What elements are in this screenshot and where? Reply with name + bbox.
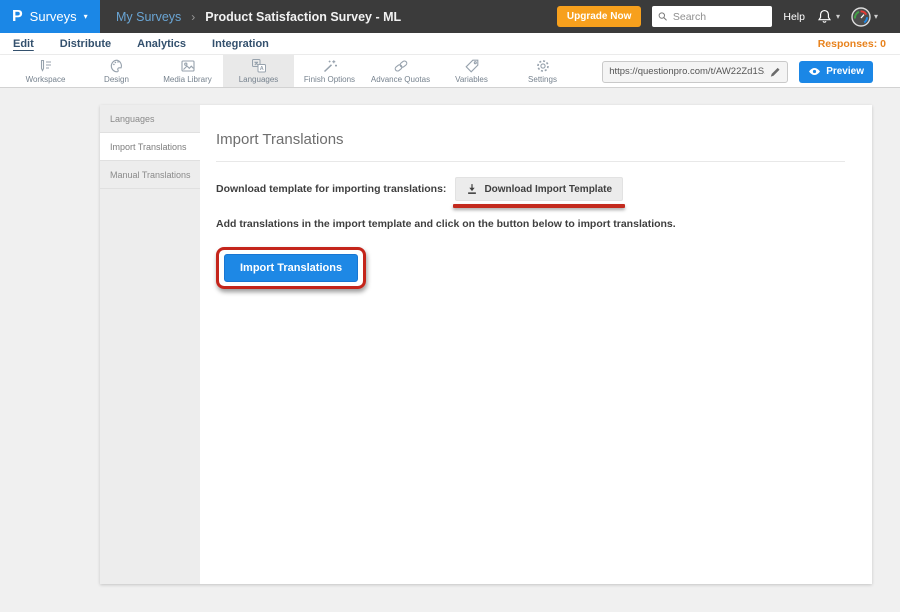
sidebar-item-languages[interactable]: Languages	[100, 105, 200, 133]
upgrade-now-button[interactable]: Upgrade Now	[557, 6, 641, 27]
survey-nav: Edit Distribute Analytics Integration Re…	[0, 33, 900, 55]
annotation-red-underline	[453, 204, 625, 208]
toolbar-item-variables[interactable]: Variables	[436, 55, 507, 87]
preview-button[interactable]: Preview	[799, 61, 873, 83]
toolbar-item-label: Workspace	[26, 75, 66, 84]
top-bar-actions: Upgrade Now Help ▾ ▾	[557, 6, 900, 27]
page-title: Import Translations	[216, 131, 845, 148]
pencil-edit-icon	[769, 66, 781, 78]
edit-toolbar: Workspace Design Media Library A Languag…	[0, 55, 900, 88]
toolbar-item-label: Variables	[455, 75, 488, 84]
settings-gear-icon	[535, 58, 551, 74]
workspace-icon	[38, 58, 54, 74]
import-button-zone: Import Translations	[216, 247, 845, 289]
breadcrumb-separator-icon: ›	[191, 10, 195, 24]
content-area: Languages Import Translations Manual Tra…	[0, 88, 900, 612]
download-template-row: Download template for importing translat…	[216, 177, 845, 201]
help-link[interactable]: Help	[783, 11, 805, 23]
top-bar: P Surveys ▾ My Surveys › Product Satisfa…	[0, 0, 900, 33]
toolbar-item-label: Languages	[239, 75, 279, 84]
search-input[interactable]	[673, 11, 766, 23]
toolbar-item-media-library[interactable]: Media Library	[152, 55, 223, 87]
chevron-down-icon: ▾	[874, 13, 878, 21]
toolbar-item-label: Finish Options	[304, 75, 355, 84]
chevron-down-icon: ▾	[836, 13, 840, 21]
toolbar-right-tools: Preview	[602, 55, 873, 88]
download-template-label: Download template for importing translat…	[216, 183, 446, 195]
finish-options-wand-icon	[322, 58, 338, 74]
survey-url-box	[602, 61, 788, 83]
search-icon	[658, 11, 668, 22]
tab-integration[interactable]: Integration	[212, 38, 269, 50]
design-palette-icon	[109, 58, 125, 74]
questionpro-logo: P	[12, 9, 23, 25]
variables-tag-icon	[464, 58, 480, 74]
annotation-red-highlight-box: Import Translations	[216, 247, 366, 289]
svg-text:A: A	[259, 66, 263, 72]
survey-url-input[interactable]	[609, 66, 765, 77]
advance-quotas-chain-icon	[393, 58, 409, 74]
import-translations-pane: Import Translations Download template fo…	[200, 105, 872, 584]
tab-distribute[interactable]: Distribute	[60, 38, 111, 50]
product-switcher[interactable]: P Surveys ▾	[0, 0, 100, 33]
breadcrumb-current-survey: Product Satisfaction Survey - ML	[205, 10, 401, 24]
import-translations-button[interactable]: Import Translations	[224, 254, 358, 282]
tab-analytics[interactable]: Analytics	[137, 38, 186, 50]
chevron-down-icon: ▾	[84, 13, 88, 21]
toolbar-item-finish-options[interactable]: Finish Options	[294, 55, 365, 87]
tab-edit[interactable]: Edit	[13, 38, 34, 50]
toolbar-item-label: Media Library	[163, 75, 211, 84]
languages-panel: Languages Import Translations Manual Tra…	[100, 105, 872, 584]
download-icon	[466, 183, 478, 195]
user-avatar	[851, 7, 871, 27]
breadcrumb: My Surveys › Product Satisfaction Survey…	[116, 10, 401, 24]
toolbar-item-languages[interactable]: A Languages	[223, 55, 294, 87]
responses-count[interactable]: Responses: 0	[818, 38, 900, 50]
download-import-template-button[interactable]: Download Import Template	[455, 177, 623, 201]
import-instruction-text: Add translations in the import template …	[216, 218, 845, 230]
toolbar-item-design[interactable]: Design	[81, 55, 152, 87]
languages-icon: A	[251, 58, 267, 74]
toolbar-item-label: Advance Quotas	[371, 75, 430, 84]
languages-sidebar: Languages Import Translations Manual Tra…	[100, 105, 200, 584]
preview-button-label: Preview	[826, 66, 864, 77]
edit-url-button[interactable]	[769, 66, 781, 78]
product-switcher-label: Surveys	[30, 9, 77, 24]
breadcrumb-my-surveys[interactable]: My Surveys	[116, 10, 181, 24]
global-search-box[interactable]	[652, 6, 772, 27]
download-import-template-label: Download Import Template	[484, 184, 612, 195]
toolbar-item-label: Settings	[528, 75, 557, 84]
toolbar-item-label: Design	[104, 75, 129, 84]
media-library-icon	[180, 58, 196, 74]
sidebar-item-manual-translations[interactable]: Manual Translations	[100, 161, 200, 189]
toolbar-item-workspace[interactable]: Workspace	[10, 55, 81, 87]
toolbar-item-advance-quotas[interactable]: Advance Quotas	[365, 55, 436, 87]
eye-preview-icon	[808, 67, 821, 76]
sidebar-item-import-translations[interactable]: Import Translations	[100, 133, 200, 161]
notifications-menu[interactable]: ▾	[816, 8, 840, 25]
title-divider	[216, 161, 845, 162]
toolbar-item-settings[interactable]: Settings	[507, 55, 578, 87]
notifications-bell-icon	[816, 8, 833, 25]
account-menu[interactable]: ▾	[851, 7, 878, 27]
